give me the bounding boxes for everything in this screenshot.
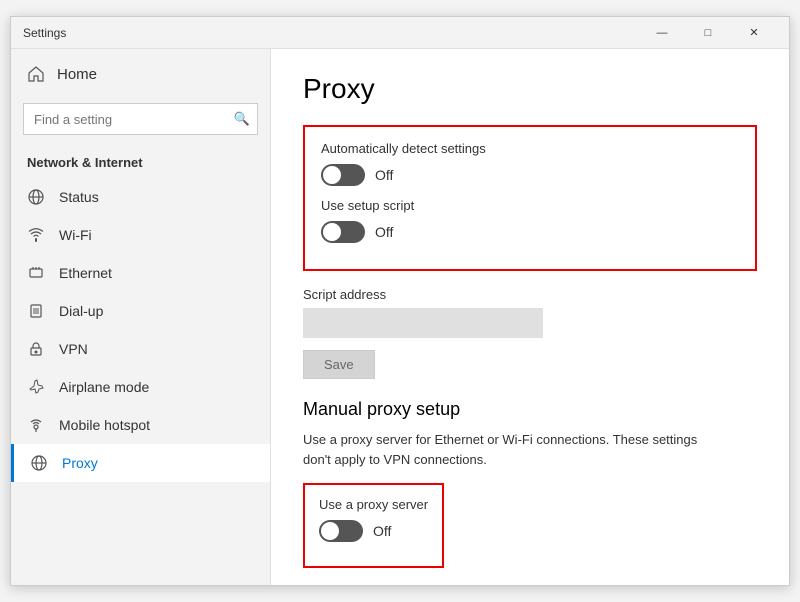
auto-detect-toggle[interactable] — [321, 164, 365, 186]
settings-window: Settings — □ ✕ Home 🔍 — [10, 16, 790, 586]
sidebar-item-wifi-label: Wi-Fi — [59, 227, 92, 243]
auto-detect-state: Off — [375, 167, 393, 183]
setup-script-toggle[interactable] — [321, 221, 365, 243]
sidebar: Home 🔍 Network & Internet Status — [11, 49, 271, 585]
proxy-icon — [30, 454, 48, 472]
status-icon — [27, 188, 45, 206]
proxy-toggle-state: Off — [373, 523, 391, 539]
sidebar-item-dialup-label: Dial-up — [59, 303, 103, 319]
hotspot-icon — [27, 416, 45, 434]
dialup-icon — [27, 302, 45, 320]
sidebar-item-airplane-label: Airplane mode — [59, 379, 149, 395]
window-controls: — □ ✕ — [639, 17, 777, 49]
vpn-icon — [27, 340, 45, 358]
content-area: Proxy Automatically detect settings Off … — [271, 49, 789, 585]
use-proxy-label: Use a proxy server — [319, 497, 428, 512]
title-bar: Settings — □ ✕ — [11, 17, 789, 49]
wifi-icon — [27, 226, 45, 244]
search-box: 🔍 — [23, 103, 258, 135]
main-content: Home 🔍 Network & Internet Status — [11, 49, 789, 585]
script-address-input[interactable] — [303, 308, 543, 338]
sidebar-item-proxy-label: Proxy — [62, 455, 98, 471]
use-proxy-section: Use a proxy server Off — [303, 483, 444, 568]
proxy-toggle[interactable] — [319, 520, 363, 542]
sidebar-item-vpn[interactable]: VPN — [11, 330, 270, 368]
page-title: Proxy — [303, 73, 757, 105]
ethernet-icon — [27, 264, 45, 282]
script-address-label: Script address — [303, 287, 757, 302]
setup-script-label: Use setup script — [321, 198, 739, 213]
sidebar-item-ethernet-label: Ethernet — [59, 265, 112, 281]
setup-script-state: Off — [375, 224, 393, 240]
home-label: Home — [57, 66, 97, 83]
search-input[interactable] — [23, 103, 258, 135]
proxy-toggle-row: Off — [319, 520, 428, 542]
automatic-detect-label: Automatically detect settings — [321, 141, 739, 156]
sidebar-item-ethernet[interactable]: Ethernet — [11, 254, 270, 292]
sidebar-item-vpn-label: VPN — [59, 341, 88, 357]
sidebar-item-status-label: Status — [59, 189, 99, 205]
setup-script-toggle-row: Off — [321, 221, 739, 243]
sidebar-item-airplane[interactable]: Airplane mode — [11, 368, 270, 406]
window-title: Settings — [23, 26, 66, 40]
sidebar-item-proxy[interactable]: Proxy — [11, 444, 270, 482]
save-button[interactable]: Save — [303, 350, 375, 379]
sidebar-item-status[interactable]: Status — [11, 178, 270, 216]
manual-description: Use a proxy server for Ethernet or Wi-Fi… — [303, 430, 723, 469]
sidebar-item-hotspot-label: Mobile hotspot — [59, 417, 150, 433]
sidebar-item-wifi[interactable]: Wi-Fi — [11, 216, 270, 254]
minimize-button[interactable]: — — [639, 17, 685, 49]
sidebar-item-home[interactable]: Home — [11, 49, 270, 99]
auto-detect-toggle-row: Off — [321, 164, 739, 186]
search-icon: 🔍 — [234, 111, 250, 127]
maximize-button[interactable]: □ — [685, 17, 731, 49]
automatic-setup-section: Automatically detect settings Off Use se… — [303, 125, 757, 271]
sidebar-item-dialup[interactable]: Dial-up — [11, 292, 270, 330]
airplane-icon — [27, 378, 45, 396]
home-icon — [27, 65, 45, 83]
sidebar-item-hotspot[interactable]: Mobile hotspot — [11, 406, 270, 444]
sidebar-category: Network & Internet — [11, 147, 270, 178]
close-button[interactable]: ✕ — [731, 17, 777, 49]
manual-section-title: Manual proxy setup — [303, 399, 757, 420]
